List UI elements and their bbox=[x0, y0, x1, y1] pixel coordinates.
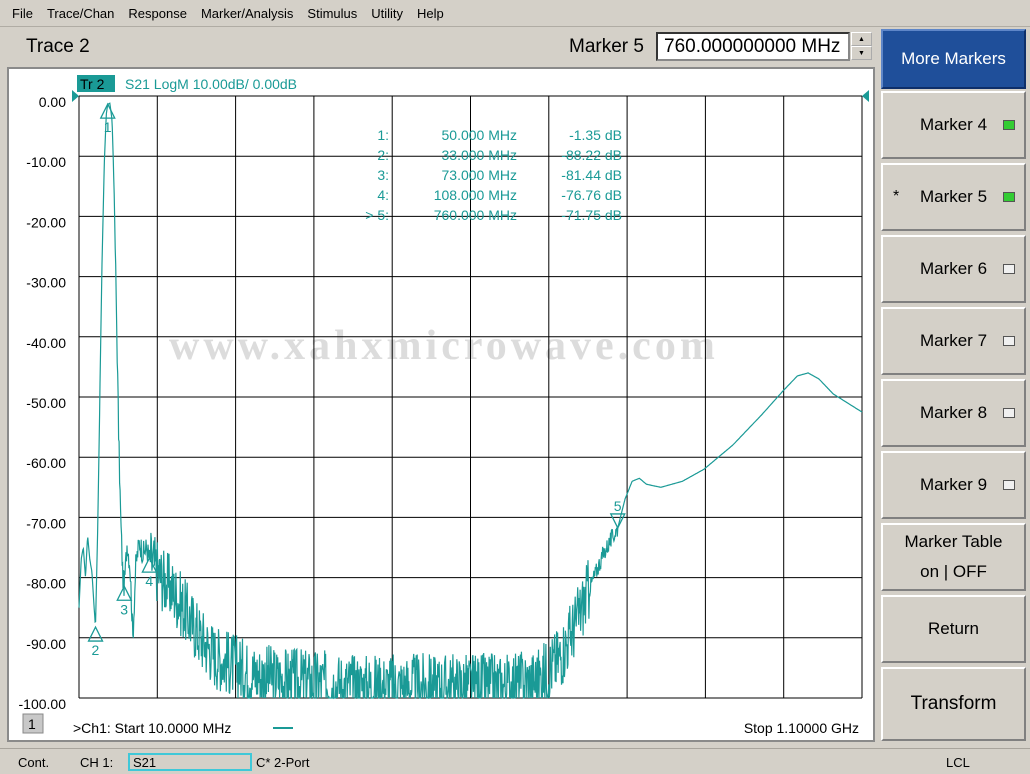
marker-number: 2 bbox=[92, 642, 100, 658]
marker-readout-table: 1: 50.000 MHz -1.35 dB 2: 33.000 MHz -88.22 d… bbox=[365, 127, 622, 223]
trace-header-text: S21 LogM 10.00dB/ 0.00dB bbox=[125, 76, 297, 92]
marker-frequency-input[interactable] bbox=[656, 32, 850, 61]
marker-entry-label: Marker 5 bbox=[569, 36, 644, 57]
y-tick-label: -10.00 bbox=[26, 154, 66, 170]
trace-title: Trace 2 bbox=[26, 36, 90, 57]
right-ref-arrow-icon bbox=[862, 90, 869, 102]
status-parameter[interactable]: S21 bbox=[128, 753, 252, 771]
y-tick-label: 0.00 bbox=[39, 94, 66, 110]
marker-table-label: Marker Table bbox=[904, 532, 1003, 551]
marker-4-label: Marker 4 bbox=[919, 115, 988, 134]
transform-button[interactable]: Transform bbox=[881, 667, 1026, 741]
status-bar: Cont. CH 1: S21 C* 2-Port LCL bbox=[0, 748, 1030, 774]
menu-trace-chan[interactable]: Trace/Chan bbox=[47, 6, 114, 21]
marker-value: -76.76 dB bbox=[561, 187, 622, 203]
marker-number: 5 bbox=[614, 498, 622, 514]
marker-number: 3 bbox=[120, 601, 128, 617]
status-channel: CH 1: bbox=[80, 755, 114, 770]
stop-frequency: Stop 1.10000 GHz bbox=[744, 720, 859, 736]
marker-9-led-icon bbox=[1003, 480, 1015, 490]
trace-tag[interactable]: Tr 2 bbox=[80, 76, 105, 92]
marker-5-led-icon bbox=[1003, 192, 1015, 202]
marker-id: 4: bbox=[377, 187, 389, 203]
more-markers-label: More Markers bbox=[901, 49, 1006, 68]
marker-7-led-icon bbox=[1003, 336, 1015, 346]
lcl-status: LCL bbox=[946, 755, 970, 770]
marker-2-glyph[interactable]: 2 bbox=[87, 625, 104, 658]
calibration-status: C* 2-Port bbox=[256, 755, 310, 770]
menu-bar: File Trace/Chan Response Marker/Analysis… bbox=[0, 0, 1030, 27]
marker-frequency: 108.000 MHz bbox=[434, 187, 517, 203]
chart-canvas: www.xahxmicrowave.com 0.00 -10.00 -20.00 -3… bbox=[19, 75, 869, 736]
marker-6-label: Marker 6 bbox=[919, 259, 988, 278]
marker-triangle-icon bbox=[87, 625, 104, 642]
marker-9-button[interactable]: Marker 9 bbox=[881, 451, 1026, 519]
marker-5-glyph[interactable]: 5 bbox=[609, 498, 626, 530]
marker-value: -71.75 dB bbox=[561, 207, 622, 223]
marker-value: -81.44 dB bbox=[561, 167, 622, 183]
menu-utility[interactable]: Utility bbox=[371, 6, 403, 21]
marker-4-button[interactable]: Marker 4 bbox=[881, 91, 1026, 159]
menu-file[interactable]: File bbox=[12, 6, 33, 21]
transform-label: Transform bbox=[910, 693, 997, 714]
menu-marker-analysis[interactable]: Marker/Analysis bbox=[201, 6, 293, 21]
marker-value: -88.22 dB bbox=[561, 147, 622, 163]
marker-frequency: 33.000 MHz bbox=[442, 147, 517, 163]
y-axis-labels: 0.00 -10.00 -20.00 -30.00 -40.00 -50.00 -60.00… bbox=[19, 94, 67, 712]
softkey-panel: More Markers Marker 4 * Marker 5 Marker … bbox=[878, 27, 1030, 747]
marker-8-button[interactable]: Marker 8 bbox=[881, 379, 1026, 447]
marker-5-label: Marker 5 bbox=[919, 187, 988, 206]
vna-window: File Trace/Chan Response Marker/Analysis… bbox=[0, 0, 1030, 774]
y-tick-label: -80.00 bbox=[26, 576, 66, 592]
sweep-mode: Cont. bbox=[18, 755, 50, 770]
y-tick-label: -20.00 bbox=[26, 214, 66, 230]
marker-frequency: 760.000 MHz bbox=[434, 207, 517, 223]
menu-response[interactable]: Response bbox=[128, 6, 187, 21]
y-tick-label: -60.00 bbox=[26, 455, 66, 471]
marker-6-led-icon bbox=[1003, 264, 1015, 274]
menu-stimulus[interactable]: Stimulus bbox=[307, 6, 357, 21]
y-tick-label: -30.00 bbox=[26, 275, 66, 291]
marker-7-button[interactable]: Marker 7 bbox=[881, 307, 1026, 375]
marker-8-led-icon bbox=[1003, 408, 1015, 418]
marker-id: 1: bbox=[377, 127, 389, 143]
start-frequency: >Ch1: Start 10.0000 MHz bbox=[73, 720, 231, 736]
marker-number: 4 bbox=[145, 573, 153, 589]
marker-value: -1.35 dB bbox=[569, 127, 622, 143]
return-label: Return bbox=[927, 619, 980, 638]
marker-table-toggle[interactable]: Marker Table on | OFF bbox=[881, 523, 1026, 591]
spin-up-icon[interactable]: ▲ bbox=[851, 32, 872, 46]
y-tick-label: -100.00 bbox=[19, 696, 67, 712]
marker-9-label: Marker 9 bbox=[919, 475, 988, 494]
marker-7-label: Marker 7 bbox=[919, 331, 988, 350]
spin-down-icon[interactable]: ▼ bbox=[851, 46, 872, 60]
watermark-text: www.xahxmicrowave.com bbox=[169, 323, 719, 369]
marker-frequency: 73.000 MHz bbox=[442, 167, 517, 183]
return-button[interactable]: Return bbox=[881, 595, 1026, 663]
more-markers-button[interactable]: More Markers bbox=[881, 29, 1026, 89]
active-marker-star-icon: * bbox=[893, 188, 900, 205]
marker-frequency: 50.000 MHz bbox=[442, 127, 517, 143]
marker-table-state: on | OFF bbox=[920, 562, 987, 581]
marker-5-button[interactable]: * Marker 5 bbox=[881, 163, 1026, 231]
marker-6-button[interactable]: Marker 6 bbox=[881, 235, 1026, 303]
y-tick-label: -40.00 bbox=[26, 335, 66, 351]
menu-help[interactable]: Help bbox=[417, 6, 444, 21]
y-tick-label: -90.00 bbox=[26, 636, 66, 652]
marker-id: 2: bbox=[377, 147, 389, 163]
marker-8-label: Marker 8 bbox=[919, 403, 988, 422]
marker-id: 3: bbox=[377, 167, 389, 183]
active-entry-bar: Trace 2 Marker 5 ▲ ▼ bbox=[0, 27, 878, 67]
channel-index: 1 bbox=[28, 716, 36, 732]
marker-number: 1 bbox=[104, 119, 112, 135]
chart-window[interactable]: www.xahxmicrowave.com 0.00 -10.00 -20.00 -3… bbox=[7, 67, 875, 742]
y-tick-label: -70.00 bbox=[26, 515, 66, 531]
marker-4-led-icon bbox=[1003, 120, 1015, 130]
marker-spinner[interactable]: ▲ ▼ bbox=[851, 32, 872, 61]
y-tick-label: -50.00 bbox=[26, 395, 66, 411]
marker-id: > 5: bbox=[365, 207, 389, 223]
